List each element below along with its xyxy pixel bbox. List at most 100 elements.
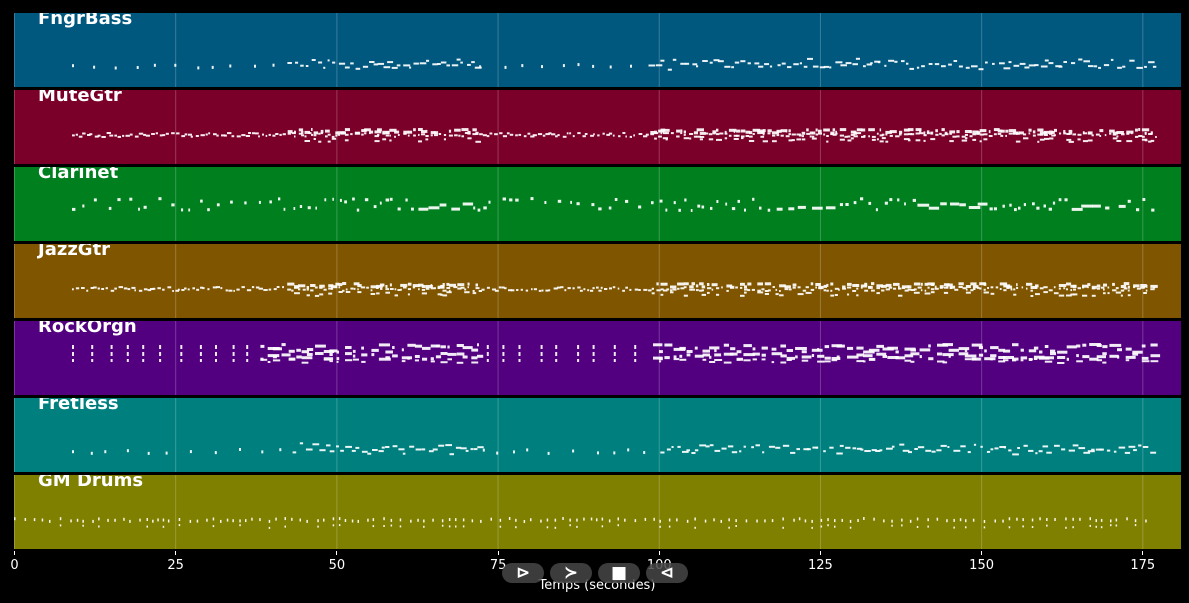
note xyxy=(357,519,359,523)
note xyxy=(506,132,510,135)
note xyxy=(110,289,115,292)
note xyxy=(1065,526,1067,529)
note xyxy=(548,132,552,135)
note xyxy=(1028,449,1034,452)
note xyxy=(1072,517,1074,521)
note xyxy=(806,448,811,451)
note xyxy=(340,449,344,452)
track-fngrbass[interactable]: FngrBass xyxy=(14,13,1181,87)
note xyxy=(101,288,105,290)
note xyxy=(691,288,695,291)
note xyxy=(483,206,487,210)
note xyxy=(761,353,766,357)
note xyxy=(142,359,145,362)
track-jazzgtr[interactable]: JazzGtr xyxy=(14,244,1181,318)
note xyxy=(91,345,94,349)
x-tick-mark xyxy=(658,551,660,555)
note xyxy=(197,66,200,70)
track-fretless[interactable]: Fretless xyxy=(14,398,1181,472)
note xyxy=(786,349,793,352)
note xyxy=(666,448,671,451)
note xyxy=(979,129,987,133)
note xyxy=(659,350,663,354)
note xyxy=(979,133,984,136)
note xyxy=(1064,198,1068,202)
note xyxy=(678,208,681,212)
note xyxy=(923,139,926,142)
note xyxy=(555,345,558,349)
note xyxy=(328,292,333,295)
note xyxy=(385,198,390,202)
note xyxy=(310,284,316,287)
note xyxy=(418,140,422,143)
note xyxy=(624,518,626,522)
note xyxy=(390,518,393,522)
note xyxy=(748,131,753,135)
note xyxy=(1082,140,1088,143)
note xyxy=(188,133,192,136)
note xyxy=(876,287,880,290)
x-tick-label: 150 xyxy=(969,558,995,573)
track-clarinet[interactable]: Clarinet xyxy=(14,167,1181,241)
note xyxy=(555,352,558,356)
note xyxy=(383,517,385,521)
note xyxy=(325,135,328,138)
note xyxy=(752,352,760,356)
note xyxy=(999,62,1005,65)
track-rockorgn[interactable]: RockOrgn xyxy=(14,321,1181,395)
note xyxy=(554,518,557,522)
note xyxy=(350,287,354,290)
note xyxy=(629,135,632,138)
note xyxy=(570,200,572,204)
note xyxy=(508,517,511,520)
note xyxy=(776,134,780,137)
note xyxy=(1076,360,1083,363)
note xyxy=(1006,285,1013,289)
note xyxy=(724,65,731,68)
note xyxy=(1144,139,1148,142)
fast-forward-button[interactable]: ≻ xyxy=(550,563,592,583)
note xyxy=(323,66,326,69)
note xyxy=(817,360,825,363)
track-gm-drums[interactable]: GM Drums xyxy=(14,475,1181,549)
note xyxy=(839,138,845,141)
note xyxy=(583,288,586,291)
note xyxy=(744,288,748,291)
note xyxy=(268,288,272,291)
note xyxy=(1134,519,1137,523)
note xyxy=(1077,138,1081,141)
note xyxy=(801,131,806,135)
note xyxy=(1003,67,1011,70)
note xyxy=(72,64,74,68)
note xyxy=(342,289,345,292)
note xyxy=(336,357,340,361)
note xyxy=(673,201,676,205)
note xyxy=(403,286,407,289)
note xyxy=(985,61,988,64)
note xyxy=(886,447,893,450)
note xyxy=(181,208,184,212)
stop-button[interactable]: ■ xyxy=(598,563,640,583)
rewind-button[interactable]: ⊲ xyxy=(646,563,688,583)
note xyxy=(327,133,331,136)
note xyxy=(554,526,557,529)
track-mutegtr[interactable]: MuteGtr xyxy=(14,90,1181,164)
note xyxy=(441,519,444,523)
note xyxy=(919,129,922,133)
note xyxy=(409,66,412,69)
play-button[interactable]: ⊳ xyxy=(502,563,544,583)
note xyxy=(1012,453,1019,456)
note xyxy=(300,64,304,67)
note xyxy=(927,518,929,522)
note xyxy=(407,356,410,360)
note xyxy=(562,64,565,68)
note xyxy=(834,294,838,296)
note xyxy=(751,446,754,449)
note xyxy=(714,359,723,361)
note xyxy=(993,133,997,136)
note xyxy=(1125,347,1132,351)
note xyxy=(916,66,920,69)
note xyxy=(958,282,964,286)
note xyxy=(724,130,727,134)
note xyxy=(714,449,721,452)
